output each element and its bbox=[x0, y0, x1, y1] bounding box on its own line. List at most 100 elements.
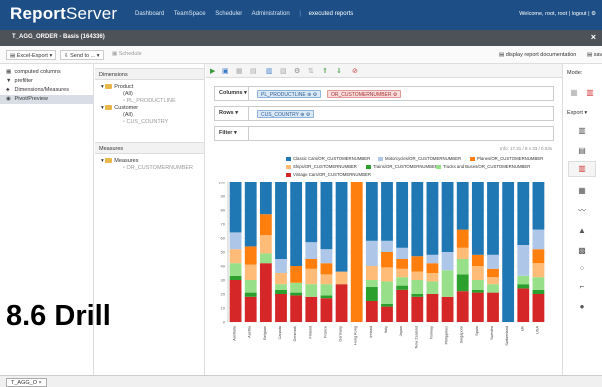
bar-segment[interactable] bbox=[290, 182, 303, 266]
rows-zone[interactable]: Rows ▾ CUS_COUNTRY ⊕ ⚙ bbox=[214, 106, 554, 121]
line-chart-icon[interactable]: 〰 bbox=[575, 206, 589, 216]
nav-administration[interactable]: Administration bbox=[252, 11, 290, 17]
bar-segment[interactable] bbox=[441, 182, 454, 252]
columns-zone[interactable]: Columns ▾ PL_PRODUCTLINE ⊕ ⚙ OR_CUSTOMER… bbox=[214, 86, 554, 101]
bar-segment[interactable] bbox=[381, 182, 393, 241]
bar-segment[interactable] bbox=[441, 296, 454, 322]
bar-segment[interactable] bbox=[320, 263, 333, 275]
chip-customernumber[interactable]: OR_CUSTOMERNUMBER ⚙ bbox=[327, 90, 402, 98]
bar-segment[interactable] bbox=[381, 306, 393, 322]
schedule-button[interactable]: ▦ Schedule bbox=[112, 51, 142, 57]
bar-segment[interactable] bbox=[426, 281, 439, 294]
nav-teamspace[interactable]: TeamSpace bbox=[174, 11, 206, 17]
bar-segment[interactable] bbox=[275, 294, 287, 322]
bar-segment[interactable] bbox=[350, 182, 363, 322]
totals-icon[interactable]: ▧ bbox=[280, 67, 287, 75]
bar-segment[interactable] bbox=[305, 296, 318, 322]
bar-segment[interactable] bbox=[487, 292, 499, 322]
bar-segment[interactable] bbox=[441, 270, 454, 297]
step-chart-icon[interactable]: ⌐ bbox=[575, 282, 589, 292]
bar-segment[interactable] bbox=[532, 289, 545, 294]
drill-up-icon[interactable]: ⇑ bbox=[322, 67, 328, 75]
bar-segment[interactable] bbox=[259, 235, 272, 254]
bar-segment[interactable] bbox=[275, 182, 287, 259]
bar-segment[interactable] bbox=[305, 268, 318, 285]
bar-segment[interactable] bbox=[426, 263, 439, 273]
bar-segment[interactable] bbox=[365, 240, 378, 266]
bar-segment[interactable] bbox=[365, 301, 378, 322]
area-chart-icon[interactable]: ▲ bbox=[575, 226, 589, 236]
drill-down-icon[interactable]: ⇓ bbox=[336, 67, 342, 75]
bar-segment[interactable] bbox=[517, 275, 530, 285]
legend-item[interactable]: Ships/OR_CUSTOMERNUMBER bbox=[286, 164, 357, 169]
bar-segment[interactable] bbox=[517, 182, 530, 245]
bar-segment[interactable] bbox=[335, 271, 348, 285]
bar-segment[interactable] bbox=[229, 280, 242, 322]
bar-segment[interactable] bbox=[517, 284, 530, 289]
chart-mode-icon[interactable]: ▥ bbox=[583, 88, 597, 98]
bar-segment[interactable] bbox=[381, 303, 393, 307]
bar-segment[interactable] bbox=[456, 247, 469, 259]
bar-segment[interactable] bbox=[396, 289, 409, 322]
chip-productline[interactable]: PL_PRODUCTLINE ⊕ ⚙ bbox=[257, 90, 322, 98]
reset-icon[interactable]: ⊘ bbox=[352, 67, 358, 75]
bar-segment[interactable] bbox=[381, 267, 393, 282]
bar-segment[interactable] bbox=[471, 280, 484, 290]
bar-segment[interactable] bbox=[471, 292, 484, 322]
bar-segment[interactable] bbox=[411, 256, 424, 272]
bar-segment[interactable] bbox=[456, 259, 469, 275]
bar-segment[interactable] bbox=[320, 284, 333, 296]
bar-segment[interactable] bbox=[456, 291, 469, 322]
bar-segment[interactable] bbox=[320, 249, 333, 264]
bar-segment[interactable] bbox=[426, 294, 439, 322]
grid-icon[interactable]: ▦ bbox=[236, 67, 243, 75]
bar-segment[interactable] bbox=[259, 263, 272, 322]
bar-segment[interactable] bbox=[411, 296, 424, 322]
bar-segment[interactable] bbox=[517, 245, 530, 276]
bar-segment[interactable] bbox=[305, 242, 318, 259]
bar-segment[interactable] bbox=[471, 289, 484, 293]
bar-segment[interactable] bbox=[259, 214, 272, 236]
nav-executed-reports[interactable]: executed reports bbox=[309, 11, 354, 17]
play-icon[interactable]: ▶ bbox=[210, 67, 215, 75]
excel-export-button[interactable]: ▤ Excel-Export ▾ bbox=[6, 50, 57, 60]
bar-segment[interactable] bbox=[532, 277, 545, 290]
bar-segment[interactable] bbox=[532, 263, 545, 278]
tree-leaf-country[interactable]: ▫ CUS_COUNTRY bbox=[101, 119, 204, 126]
bar-segment[interactable] bbox=[396, 277, 409, 286]
bar-segment[interactable] bbox=[365, 280, 378, 287]
tab-close-icon[interactable]: × bbox=[39, 380, 42, 386]
app-logo[interactable]: ReportServer bbox=[10, 4, 117, 24]
tree-node-customer[interactable]: ▾ Customer bbox=[101, 105, 204, 112]
bar-segment[interactable] bbox=[471, 266, 484, 280]
tree-leaf-productline[interactable]: ▫ PL_PRODUCTLINE bbox=[101, 98, 204, 105]
bar-segment[interactable] bbox=[229, 249, 242, 264]
tree-leaf-customernumber[interactable]: ▫ OR_CUSTOMERNUMBER bbox=[101, 165, 204, 172]
bar-segment[interactable] bbox=[456, 229, 469, 248]
bar-segment[interactable] bbox=[396, 247, 409, 259]
export-dropdown[interactable]: Export ▾ bbox=[567, 110, 587, 116]
column-chart-icon[interactable]: ▤ bbox=[575, 146, 589, 156]
bar-segment[interactable] bbox=[396, 285, 409, 290]
filter-zone[interactable]: Filter ▾ bbox=[214, 126, 554, 141]
tree-node-product[interactable]: ▾ Product bbox=[101, 84, 204, 91]
bar-segment[interactable] bbox=[244, 264, 257, 280]
left-item-computed-columns[interactable]: ▦ computed columns bbox=[0, 68, 93, 77]
stacked-bar-icon[interactable]: ▥ bbox=[575, 164, 589, 174]
bar-segment[interactable] bbox=[411, 280, 424, 294]
bar-segment[interactable] bbox=[275, 273, 287, 285]
sort-icon[interactable]: ⇅ bbox=[308, 67, 314, 75]
bar-segment[interactable] bbox=[411, 182, 424, 257]
bar-segment[interactable] bbox=[441, 252, 454, 271]
bar-segment[interactable] bbox=[381, 281, 393, 304]
table-mode-icon[interactable]: ▦ bbox=[567, 88, 581, 98]
bar-segment[interactable] bbox=[487, 254, 499, 269]
bar-segment[interactable] bbox=[305, 182, 318, 243]
heatmap-icon[interactable]: ▩ bbox=[575, 246, 589, 256]
bar-segment[interactable] bbox=[229, 275, 242, 280]
close-icon[interactable]: × bbox=[591, 32, 596, 42]
bar-segment[interactable] bbox=[365, 182, 378, 241]
bar-segment[interactable] bbox=[365, 287, 378, 301]
bar-segment[interactable] bbox=[426, 273, 439, 282]
legend-item[interactable]: Trucks and Buses/OR_CUSTOMERNUMBER bbox=[436, 164, 530, 169]
